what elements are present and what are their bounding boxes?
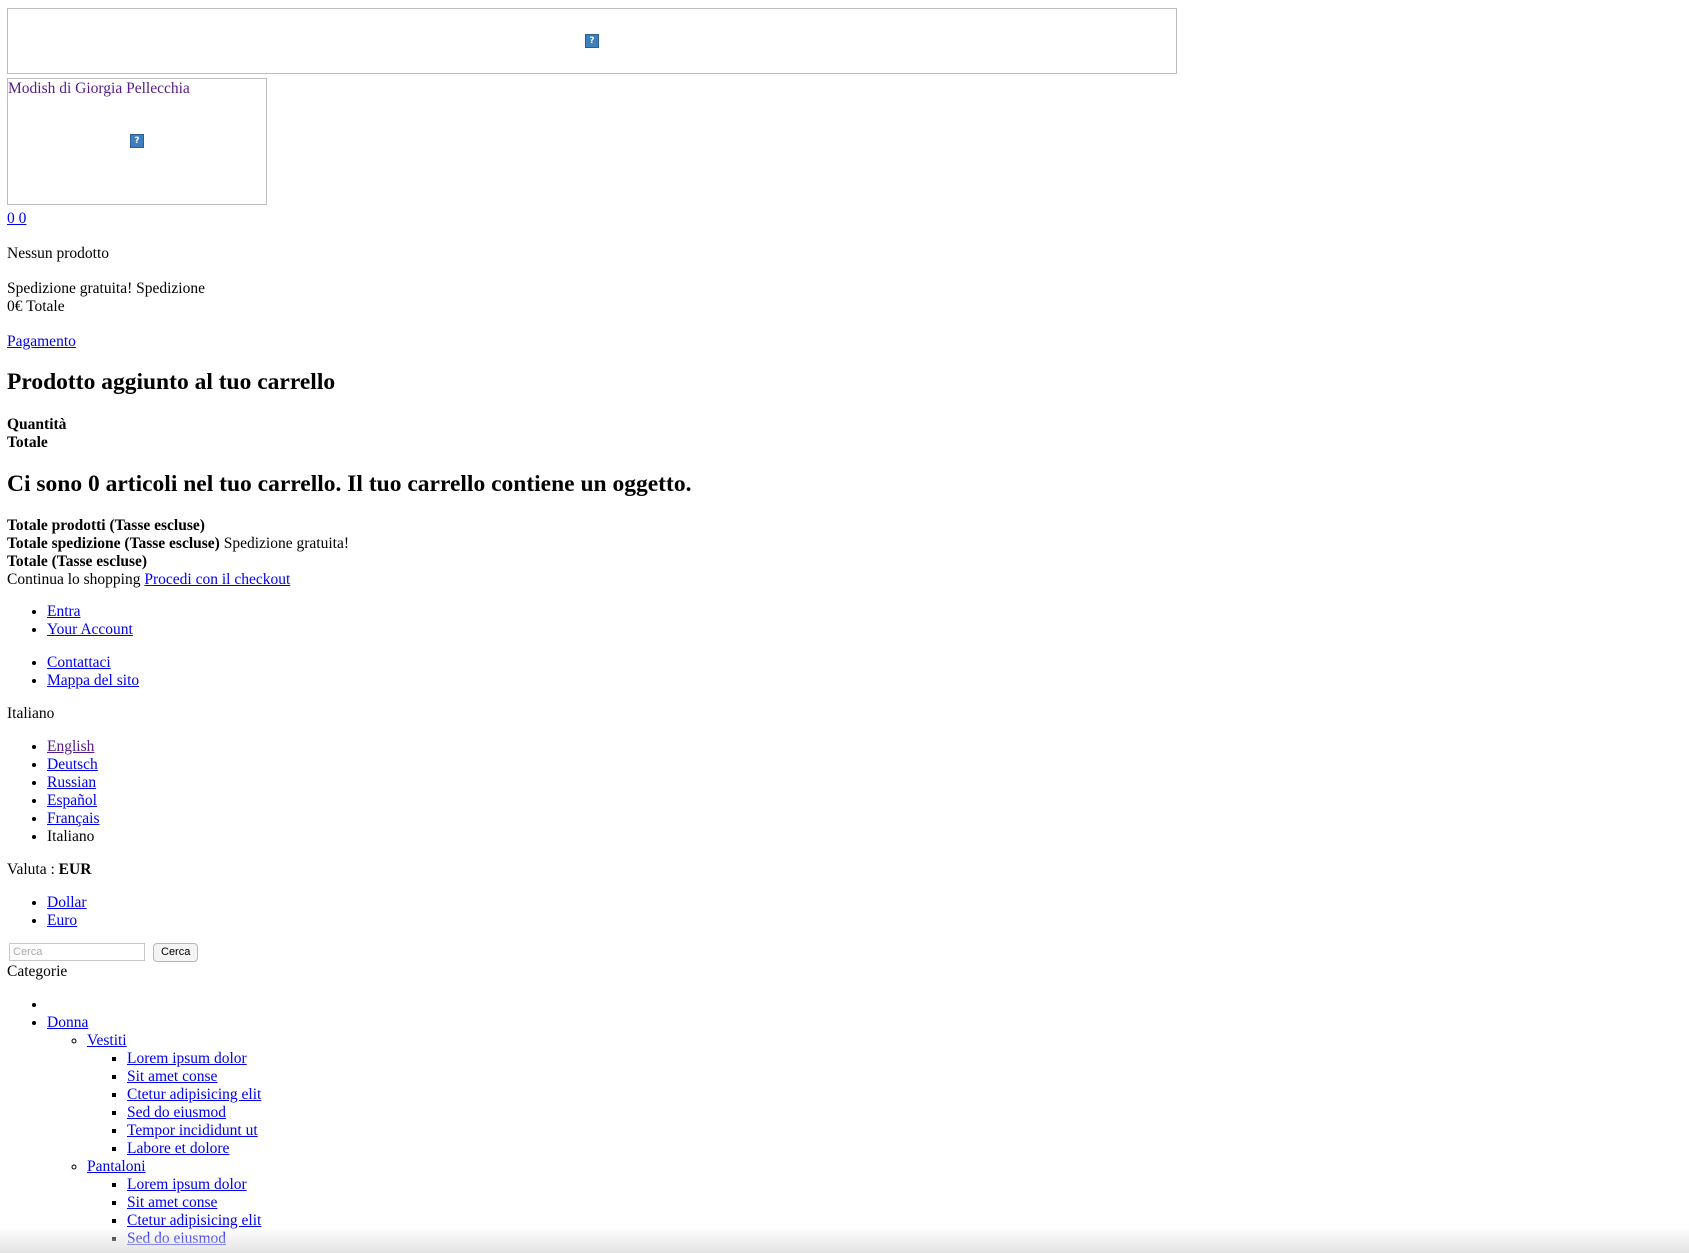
login-link[interactable]: Entra [47,603,81,620]
checkout-link[interactable]: Pagamento [7,333,76,350]
shipping-total-value: Spedizione gratuita! [223,535,349,552]
broken-image-icon: ? [585,34,599,48]
contact-link[interactable]: Contattaci [47,654,111,671]
category-link-donna[interactable]: Donna [47,1014,88,1031]
list-item: Labore et dolore [127,1140,1689,1158]
categories-title: Categorie [7,963,68,980]
language-item: Español [47,792,1689,810]
list-item: Sed do eiusmod [127,1230,1689,1248]
category-link[interactable]: Sit amet conse [127,1068,217,1085]
cart-count-link[interactable]: 0 0 [7,210,26,228]
contact-nav-item-sitemap: Mappa del sito [47,672,1689,690]
subcategory-link-vestiti[interactable]: Vestiti [87,1032,127,1049]
language-item-current: Italiano [47,828,1689,846]
user-nav-item-account: Your Account [47,621,1689,639]
language-link-francais[interactable]: Français [47,810,100,827]
list-item: Ctetur adipisicing elit [127,1212,1689,1230]
products-total-label: Totale prodotti (Tasse escluse) [7,517,205,534]
contact-nav: Contattaci Mappa del sito [7,654,1689,690]
user-nav-item-login: Entra [47,603,1689,621]
search-form: Cerca [7,941,1689,963]
broken-image-icon: ? [130,134,144,148]
total-label: Totale [7,434,48,451]
currency-row: Valuta : EUR [7,861,1689,879]
category-tree: Donna Vestiti Lorem ipsum dolor Sit amet… [7,996,1689,1248]
grand-total-label: Totale (Tasse escluse) [7,553,148,570]
quantity-label: Quantità [7,416,67,433]
category-empty-item [47,996,1689,1014]
language-link-deutsch[interactable]: Deutsch [47,756,98,773]
header-banner[interactable]: ? [7,8,1177,74]
cart-summary-heading: Ci sono 0 articoli nel tuo carrello. Il … [7,471,692,497]
currency-item: Dollar [47,894,1689,912]
currency-label: Valuta : [7,861,55,878]
language-list: English Deutsch Russian Español Français… [7,738,1689,846]
subcategory-item-pantaloni: Pantaloni Lorem ipsum dolor Sit amet con… [87,1158,1689,1248]
current-language: Italiano [7,705,55,722]
category-link[interactable]: Ctetur adipisicing elit [127,1212,261,1229]
category-link[interactable]: Labore et dolore [127,1140,229,1157]
cart-shipping-line: Spedizione gratuita! Spedizione [7,280,205,297]
category-link[interactable]: Sed do eiusmod [127,1230,226,1247]
list-item: Ctetur adipisicing elit [127,1086,1689,1104]
shipping-total-label: Totale spedizione (Tasse escluse) [7,535,220,552]
language-item: Deutsch [47,756,1689,774]
search-button[interactable]: Cerca [153,942,199,962]
list-item: Sit amet conse [127,1068,1689,1086]
category-link[interactable]: Lorem ipsum dolor [127,1050,247,1067]
subsubcategory-list: Lorem ipsum dolor Sit amet conse Ctetur … [87,1176,1689,1248]
list-item: Lorem ipsum dolor [127,1176,1689,1194]
subsubcategory-list: Lorem ipsum dolor Sit amet conse Ctetur … [87,1050,1689,1158]
cart-empty-text: Nessun prodotto [7,245,110,262]
language-link-russian[interactable]: Russian [47,774,96,791]
currency-value: EUR [58,861,92,878]
user-nav: Entra Your Account [7,603,1689,639]
language-link-english[interactable]: English [47,738,94,755]
category-link[interactable]: Sit amet conse [127,1194,217,1211]
cart-total-line: 0€ Totale [7,298,65,315]
category-link[interactable]: Tempor incididunt ut [127,1122,258,1139]
language-item: Russian [47,774,1689,792]
language-item: English [47,738,1689,756]
currency-item: Euro [47,912,1689,930]
category-item-donna: Donna Vestiti Lorem ipsum dolor Sit amet… [47,1014,1689,1248]
logo-alt-text[interactable]: Modish di Giorgia Pellecchia [8,80,190,98]
search-input[interactable] [9,943,145,961]
subcategory-list: Vestiti Lorem ipsum dolor Sit amet conse… [47,1032,1689,1248]
list-item: Sed do eiusmod [127,1104,1689,1122]
layer-cart-title: Prodotto aggiunto al tuo carrello [7,369,336,395]
account-link[interactable]: Your Account [47,621,133,638]
currency-list: Dollar Euro [7,894,1689,930]
continue-shopping-button[interactable]: Continua lo shopping [7,571,140,588]
category-link[interactable]: Sed do eiusmod [127,1104,226,1121]
language-link-espanol[interactable]: Español [47,792,97,809]
language-item: Français [47,810,1689,828]
proceed-checkout-link[interactable]: Procedi con il checkout [144,571,290,588]
category-link[interactable]: Ctetur adipisicing elit [127,1086,261,1103]
subcategory-link-pantaloni[interactable]: Pantaloni [87,1158,146,1175]
list-item: Lorem ipsum dolor [127,1050,1689,1068]
shop-logo[interactable]: Modish di Giorgia Pellecchia ? [7,78,267,205]
currency-link-euro[interactable]: Euro [47,912,77,929]
list-item: Tempor incididunt ut [127,1122,1689,1140]
cart-actions-row: Continua lo shopping Procedi con il chec… [7,571,1689,589]
sitemap-link[interactable]: Mappa del sito [47,672,139,689]
category-link[interactable]: Lorem ipsum dolor [127,1176,247,1193]
list-item: Sit amet conse [127,1194,1689,1212]
currency-link-dollar[interactable]: Dollar [47,894,87,911]
contact-nav-item-contact: Contattaci [47,654,1689,672]
shipping-total-row: Totale spedizione (Tasse escluse) Spediz… [7,535,1689,553]
subcategory-item-vestiti: Vestiti Lorem ipsum dolor Sit amet conse… [87,1032,1689,1158]
